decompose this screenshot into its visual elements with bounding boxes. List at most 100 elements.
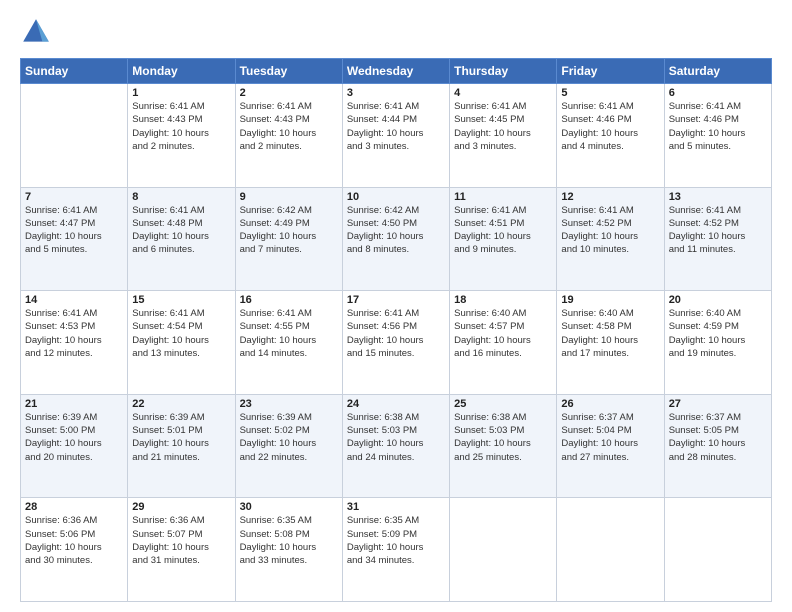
calendar-cell: 17Sunrise: 6:41 AMSunset: 4:56 PMDayligh… (342, 291, 449, 395)
calendar-cell: 21Sunrise: 6:39 AMSunset: 5:00 PMDayligh… (21, 394, 128, 498)
day-number: 23 (240, 398, 338, 410)
calendar-cell: 9Sunrise: 6:42 AMSunset: 4:49 PMDaylight… (235, 187, 342, 291)
day-number: 30 (240, 501, 338, 513)
calendar-cell: 16Sunrise: 6:41 AMSunset: 4:55 PMDayligh… (235, 291, 342, 395)
day-number: 3 (347, 87, 445, 99)
calendar-cell: 24Sunrise: 6:38 AMSunset: 5:03 PMDayligh… (342, 394, 449, 498)
day-number: 15 (132, 294, 230, 306)
day-number: 12 (561, 191, 659, 203)
calendar-cell: 23Sunrise: 6:39 AMSunset: 5:02 PMDayligh… (235, 394, 342, 498)
day-info: Sunrise: 6:40 AMSunset: 4:59 PMDaylight:… (669, 307, 767, 360)
day-info: Sunrise: 6:37 AMSunset: 5:04 PMDaylight:… (561, 411, 659, 464)
day-info: Sunrise: 6:41 AMSunset: 4:48 PMDaylight:… (132, 204, 230, 257)
day-info: Sunrise: 6:40 AMSunset: 4:57 PMDaylight:… (454, 307, 552, 360)
calendar-cell: 13Sunrise: 6:41 AMSunset: 4:52 PMDayligh… (664, 187, 771, 291)
calendar-cell: 20Sunrise: 6:40 AMSunset: 4:59 PMDayligh… (664, 291, 771, 395)
day-number: 13 (669, 191, 767, 203)
calendar-row: 7Sunrise: 6:41 AMSunset: 4:47 PMDaylight… (21, 187, 772, 291)
calendar-cell: 22Sunrise: 6:39 AMSunset: 5:01 PMDayligh… (128, 394, 235, 498)
day-info: Sunrise: 6:41 AMSunset: 4:43 PMDaylight:… (132, 100, 230, 153)
day-number: 6 (669, 87, 767, 99)
weekday-header-thursday: Thursday (450, 59, 557, 84)
day-number: 29 (132, 501, 230, 513)
calendar-cell: 27Sunrise: 6:37 AMSunset: 5:05 PMDayligh… (664, 394, 771, 498)
day-info: Sunrise: 6:42 AMSunset: 4:50 PMDaylight:… (347, 204, 445, 257)
day-number: 28 (25, 501, 123, 513)
day-number: 10 (347, 191, 445, 203)
calendar-cell: 15Sunrise: 6:41 AMSunset: 4:54 PMDayligh… (128, 291, 235, 395)
day-info: Sunrise: 6:41 AMSunset: 4:46 PMDaylight:… (561, 100, 659, 153)
day-info: Sunrise: 6:41 AMSunset: 4:56 PMDaylight:… (347, 307, 445, 360)
day-info: Sunrise: 6:42 AMSunset: 4:49 PMDaylight:… (240, 204, 338, 257)
day-number: 5 (561, 87, 659, 99)
calendar-cell (557, 498, 664, 602)
calendar-cell: 26Sunrise: 6:37 AMSunset: 5:04 PMDayligh… (557, 394, 664, 498)
day-info: Sunrise: 6:35 AMSunset: 5:08 PMDaylight:… (240, 514, 338, 567)
day-info: Sunrise: 6:36 AMSunset: 5:07 PMDaylight:… (132, 514, 230, 567)
day-info: Sunrise: 6:38 AMSunset: 5:03 PMDaylight:… (347, 411, 445, 464)
calendar-row: 1Sunrise: 6:41 AMSunset: 4:43 PMDaylight… (21, 84, 772, 188)
day-info: Sunrise: 6:41 AMSunset: 4:52 PMDaylight:… (669, 204, 767, 257)
day-info: Sunrise: 6:35 AMSunset: 5:09 PMDaylight:… (347, 514, 445, 567)
day-number: 17 (347, 294, 445, 306)
day-number: 4 (454, 87, 552, 99)
calendar-cell (450, 498, 557, 602)
day-info: Sunrise: 6:41 AMSunset: 4:54 PMDaylight:… (132, 307, 230, 360)
day-info: Sunrise: 6:41 AMSunset: 4:47 PMDaylight:… (25, 204, 123, 257)
day-number: 22 (132, 398, 230, 410)
calendar-cell: 30Sunrise: 6:35 AMSunset: 5:08 PMDayligh… (235, 498, 342, 602)
weekday-header-sunday: Sunday (21, 59, 128, 84)
weekday-header-row: SundayMondayTuesdayWednesdayThursdayFrid… (21, 59, 772, 84)
calendar-cell: 5Sunrise: 6:41 AMSunset: 4:46 PMDaylight… (557, 84, 664, 188)
calendar-row: 21Sunrise: 6:39 AMSunset: 5:00 PMDayligh… (21, 394, 772, 498)
calendar-cell: 19Sunrise: 6:40 AMSunset: 4:58 PMDayligh… (557, 291, 664, 395)
day-info: Sunrise: 6:41 AMSunset: 4:51 PMDaylight:… (454, 204, 552, 257)
day-info: Sunrise: 6:40 AMSunset: 4:58 PMDaylight:… (561, 307, 659, 360)
day-info: Sunrise: 6:39 AMSunset: 5:02 PMDaylight:… (240, 411, 338, 464)
day-info: Sunrise: 6:41 AMSunset: 4:44 PMDaylight:… (347, 100, 445, 153)
day-number: 14 (25, 294, 123, 306)
logo (20, 16, 56, 48)
day-number: 25 (454, 398, 552, 410)
day-info: Sunrise: 6:41 AMSunset: 4:43 PMDaylight:… (240, 100, 338, 153)
weekday-header-friday: Friday (557, 59, 664, 84)
day-number: 18 (454, 294, 552, 306)
day-info: Sunrise: 6:38 AMSunset: 5:03 PMDaylight:… (454, 411, 552, 464)
calendar-cell: 28Sunrise: 6:36 AMSunset: 5:06 PMDayligh… (21, 498, 128, 602)
calendar-cell: 6Sunrise: 6:41 AMSunset: 4:46 PMDaylight… (664, 84, 771, 188)
day-number: 1 (132, 87, 230, 99)
calendar-cell: 2Sunrise: 6:41 AMSunset: 4:43 PMDaylight… (235, 84, 342, 188)
day-info: Sunrise: 6:41 AMSunset: 4:46 PMDaylight:… (669, 100, 767, 153)
day-number: 11 (454, 191, 552, 203)
page: SundayMondayTuesdayWednesdayThursdayFrid… (0, 0, 792, 612)
day-info: Sunrise: 6:37 AMSunset: 5:05 PMDaylight:… (669, 411, 767, 464)
day-number: 7 (25, 191, 123, 203)
day-number: 21 (25, 398, 123, 410)
header (20, 16, 772, 48)
calendar-row: 14Sunrise: 6:41 AMSunset: 4:53 PMDayligh… (21, 291, 772, 395)
weekday-header-tuesday: Tuesday (235, 59, 342, 84)
day-number: 20 (669, 294, 767, 306)
calendar-cell: 25Sunrise: 6:38 AMSunset: 5:03 PMDayligh… (450, 394, 557, 498)
calendar-cell: 8Sunrise: 6:41 AMSunset: 4:48 PMDaylight… (128, 187, 235, 291)
day-number: 26 (561, 398, 659, 410)
calendar-cell: 14Sunrise: 6:41 AMSunset: 4:53 PMDayligh… (21, 291, 128, 395)
calendar-cell: 4Sunrise: 6:41 AMSunset: 4:45 PMDaylight… (450, 84, 557, 188)
calendar-cell: 31Sunrise: 6:35 AMSunset: 5:09 PMDayligh… (342, 498, 449, 602)
weekday-header-monday: Monday (128, 59, 235, 84)
calendar-cell: 11Sunrise: 6:41 AMSunset: 4:51 PMDayligh… (450, 187, 557, 291)
calendar-cell: 10Sunrise: 6:42 AMSunset: 4:50 PMDayligh… (342, 187, 449, 291)
day-number: 24 (347, 398, 445, 410)
calendar-cell: 12Sunrise: 6:41 AMSunset: 4:52 PMDayligh… (557, 187, 664, 291)
calendar-table: SundayMondayTuesdayWednesdayThursdayFrid… (20, 58, 772, 602)
day-number: 2 (240, 87, 338, 99)
day-number: 27 (669, 398, 767, 410)
day-info: Sunrise: 6:41 AMSunset: 4:45 PMDaylight:… (454, 100, 552, 153)
calendar-cell: 3Sunrise: 6:41 AMSunset: 4:44 PMDaylight… (342, 84, 449, 188)
calendar-row: 28Sunrise: 6:36 AMSunset: 5:06 PMDayligh… (21, 498, 772, 602)
calendar-cell (664, 498, 771, 602)
day-info: Sunrise: 6:41 AMSunset: 4:52 PMDaylight:… (561, 204, 659, 257)
day-number: 8 (132, 191, 230, 203)
weekday-header-saturday: Saturday (664, 59, 771, 84)
calendar-cell: 1Sunrise: 6:41 AMSunset: 4:43 PMDaylight… (128, 84, 235, 188)
